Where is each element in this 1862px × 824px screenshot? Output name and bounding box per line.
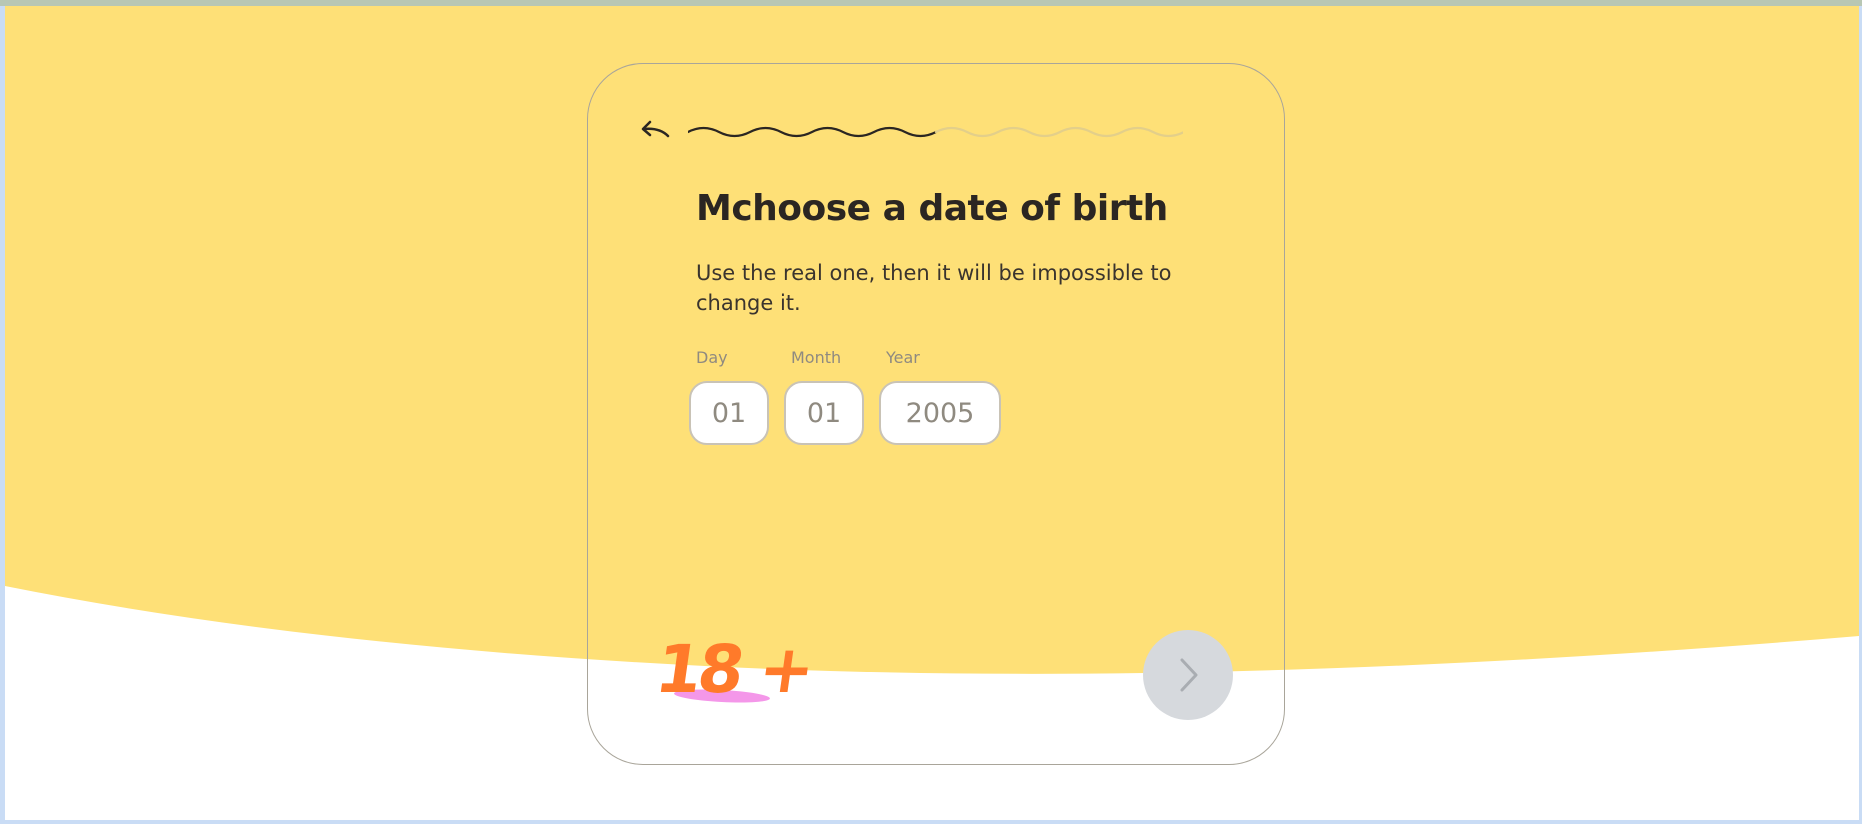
month-label: Month: [791, 348, 842, 367]
day-label: Day: [696, 348, 728, 367]
bottom-strip: [0, 820, 1862, 824]
year-label: Year: [886, 348, 920, 367]
age-restriction-badge: 18 +: [660, 630, 810, 708]
progress-remaining: [934, 126, 1183, 138]
back-arrow-icon[interactable]: [638, 118, 672, 146]
chevron-right-icon: [1180, 658, 1198, 692]
year-input[interactable]: [879, 381, 1001, 445]
next-button[interactable]: [1143, 630, 1233, 720]
progress-indicator: [688, 126, 1183, 138]
page-subtitle: Use the real one, then it will be imposs…: [696, 261, 1172, 315]
progress-done: [688, 126, 938, 138]
month-input[interactable]: [784, 381, 864, 445]
day-input[interactable]: [689, 381, 769, 445]
age-badge-text: 18 +: [660, 630, 810, 708]
page-background: Mchoose a date of birth Use the real one…: [5, 6, 1859, 820]
page-title: Mchoose a date of birth: [696, 188, 1168, 229]
signup-card: Mchoose a date of birth Use the real one…: [587, 63, 1285, 765]
